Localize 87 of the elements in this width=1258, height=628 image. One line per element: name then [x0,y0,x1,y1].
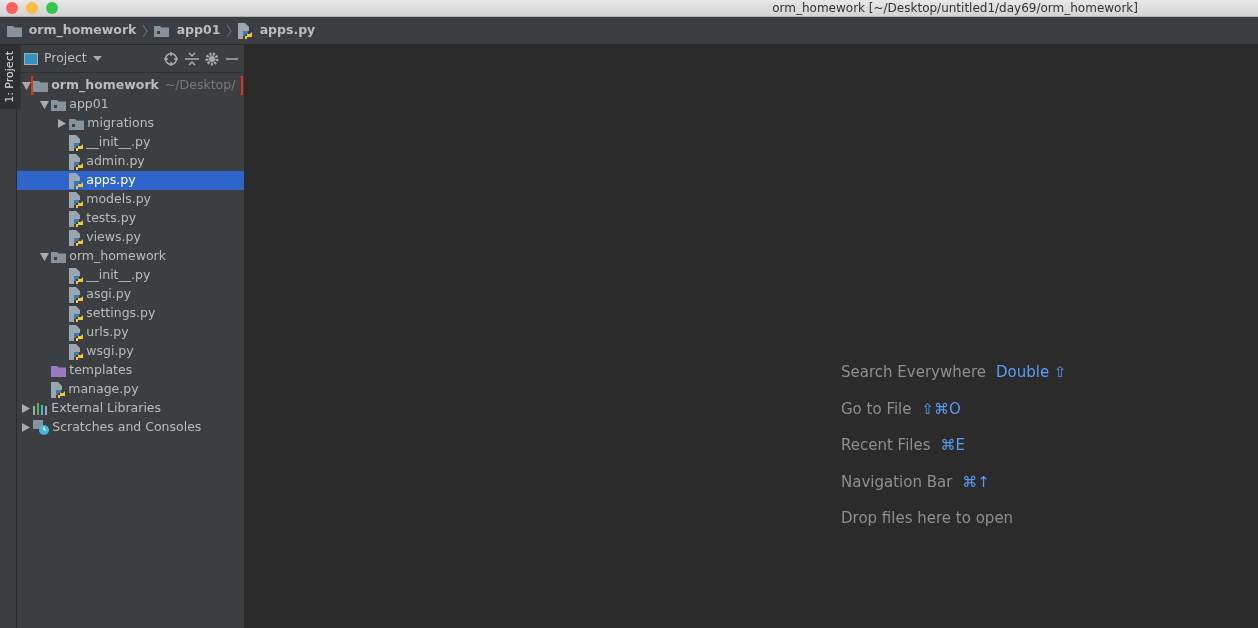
shortcut: ⌘E [940,435,965,456]
shortcut: ⇧⌘O [921,398,961,420]
tree-item[interactable]: templates [17,361,244,381]
python-file-icon [69,324,83,341]
expanded-arrow-icon[interactable] [19,81,33,90]
hint-label: Search Everywhere [841,362,986,383]
python-file-icon [69,267,83,284]
panel-view-dropdown[interactable]: Project [44,49,87,68]
hint-label: Navigation Bar [841,471,953,493]
tree-item-label: Scratches and Consoles [52,418,202,437]
folder-icon [6,24,22,37]
window-icon [23,52,38,65]
tree-item-label: asgi.py [86,285,132,304]
tree-item[interactable]: urls.py [17,323,244,343]
folder-icon [33,79,48,92]
tree-item-label: admin.py [86,152,145,171]
python-file-icon [69,229,83,246]
tree-item-label: wsgi.py [86,342,134,361]
shortcut: Double ⇧ [996,362,1067,383]
window-title: orm_homework [~/Desktop/untitled1/day69/orm_homework] [772,0,1138,16]
folder-icon [51,250,66,263]
settings-icon[interactable] [205,51,219,66]
breadcrumb[interactable]: orm_homework [28,21,137,40]
tree-item-label: tests.py [86,209,137,228]
tree-item-label: manage.py [68,380,139,399]
folder-icon [51,98,66,111]
caret-icon[interactable] [93,55,103,62]
collapsed-arrow-icon[interactable] [19,404,33,414]
tree-item[interactable]: models.py [17,190,244,210]
chevron-icon [226,24,232,37]
hint-label: Go to File [841,398,912,420]
tree-item-label: orm_homework [51,76,159,95]
python-file-icon [69,286,83,303]
scratches-icon [33,420,49,436]
tool-window-tab[interactable]: 1: Project [0,45,21,109]
collapsed-arrow-icon[interactable] [55,119,69,129]
chevron-icon [142,24,148,37]
collapsed-arrow-icon[interactable] [19,423,33,433]
python-file-icon [51,381,65,398]
tree-item[interactable]: apps.py [17,171,244,191]
tree-item[interactable]: wsgi.py [17,342,244,362]
python-file-icon [69,134,83,151]
folder-icon [154,24,170,37]
tree-item[interactable]: External Libraries [17,399,244,419]
python-file-icon [69,210,83,227]
tree-item-label: settings.py [86,304,156,323]
folder-icon [51,364,66,377]
tree-item-label: migrations [87,114,155,133]
tree-item-label: views.py [86,228,141,247]
tree-item-label: __init__.py [86,133,151,152]
tree-item[interactable]: views.py [17,228,244,248]
python-file-icon [69,153,83,170]
python-file-icon [69,172,83,189]
python-file-icon [69,343,83,360]
tree-item-label: orm_homework [69,247,166,266]
tree-item[interactable]: migrations [17,114,244,134]
tree-item[interactable]: asgi.py [17,285,244,305]
folder-icon [69,117,84,130]
python-file-icon [69,305,83,322]
tree-item[interactable]: __init__.py [17,266,244,286]
shortcut: ⌘↑ [962,471,990,493]
tree-item[interactable]: orm_homework [17,247,244,267]
tree-item-label: urls.py [86,323,129,342]
libraries-icon [33,402,48,415]
tree-item-label: app01 [69,95,109,114]
tree-item-label: templates [69,361,133,380]
locate-icon[interactable] [164,51,178,66]
tree-item[interactable]: tests.py [17,209,244,229]
breadcrumb[interactable]: apps.py [259,21,316,40]
breadcrumb[interactable]: app01 [176,21,221,40]
path-label: ~/Desktop/ [164,76,236,95]
tree-item[interactable]: admin.py [17,152,244,172]
tree-item-label: External Libraries [51,399,162,418]
tree-item[interactable]: Scratches and Consoles [17,418,244,438]
hint-label: Drop files here to open [841,508,1014,529]
python-file-icon [238,22,253,39]
tree-item[interactable]: manage.py [17,380,244,400]
expanded-arrow-icon[interactable] [37,252,51,261]
tree-item-label: models.py [86,190,151,209]
hint-label: Recent Files [841,435,931,456]
tree-item-label: __init__.py [86,266,151,285]
python-file-icon [69,191,83,208]
expanded-arrow-icon[interactable] [37,100,51,109]
tree-item-label: apps.py [86,171,136,190]
collapse-icon[interactable] [184,51,199,66]
tree-item[interactable]: __init__.py [17,133,244,153]
tree-item[interactable]: settings.py [17,304,244,324]
